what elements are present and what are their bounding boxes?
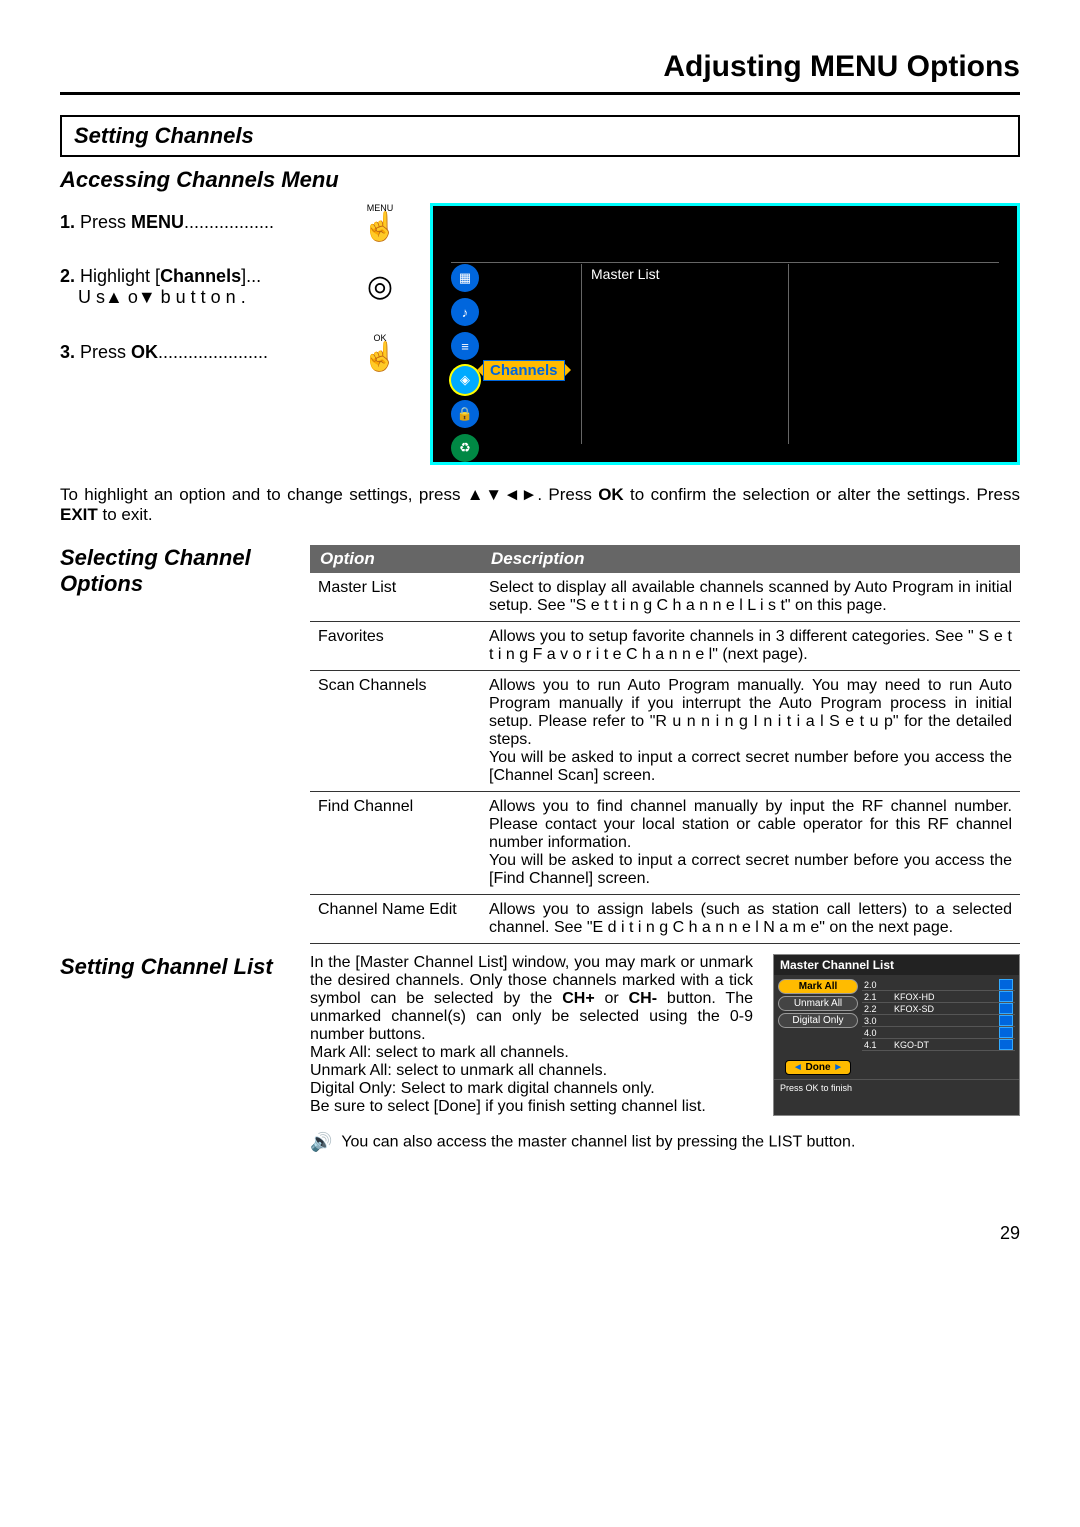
menu-icon-lock: 🔒 bbox=[451, 400, 479, 428]
page-number: 29 bbox=[60, 1223, 1020, 1244]
menu-icon-eco: ♻ bbox=[451, 434, 479, 462]
master-channel-list-panel: Master Channel List Mark All Unmark All … bbox=[773, 954, 1020, 1116]
mcl-unmarkall-btn[interactable]: Unmark All bbox=[778, 996, 858, 1011]
mcl-title: Master Channel List bbox=[774, 955, 1019, 975]
master-list-label: Master List bbox=[591, 264, 669, 284]
speaker-icon: 🔊 bbox=[310, 1132, 332, 1152]
opt-desc: Allows you to find channel manually by i… bbox=[481, 792, 1020, 895]
mcl-channel-column: 2.0 2.1KFOX-HD 2.2KFOX-SD 3.0 4.0 4.1KGO… bbox=[862, 979, 1015, 1075]
setting-list-text: In the [Master Channel List] window, you… bbox=[310, 954, 753, 1116]
step1-text: 1. Press MENU.................. bbox=[60, 212, 350, 233]
ch-row[interactable]: 3.0 bbox=[862, 1015, 1015, 1027]
mcl-done-btn[interactable]: ◄ Done ► bbox=[785, 1060, 851, 1075]
opt-desc: Allows you to setup favorite channels in… bbox=[481, 622, 1020, 671]
navigation-instruction: To highlight an option and to change set… bbox=[60, 485, 1020, 525]
tick-icon bbox=[999, 979, 1013, 990]
hand-press-icon: ☝ bbox=[363, 211, 398, 242]
opt-name: Favorites bbox=[310, 622, 481, 671]
ch-row[interactable]: 2.2KFOX-SD bbox=[862, 1003, 1015, 1015]
ch-row[interactable]: 2.1KFOX-HD bbox=[862, 991, 1015, 1003]
opt-name: Master List bbox=[310, 573, 481, 622]
subheading-accessing: Accessing Channels Menu bbox=[60, 167, 1020, 193]
page-header: Adjusting MENU Options bbox=[60, 50, 1020, 95]
ch-row[interactable]: 4.1KGO-DT bbox=[862, 1039, 1015, 1051]
menu-diagram: ▦ ♪ ≡ ◈ 🔒 ♻ Channels Master List bbox=[430, 203, 1020, 465]
step2-text: 2. Highlight [Channels]... U s▲ o▼ b u t… bbox=[60, 266, 350, 308]
opt-desc: Allows you to assign labels (such as sta… bbox=[481, 895, 1020, 944]
tick-icon bbox=[999, 991, 1013, 1002]
opt-desc: Allows you to run Auto Program manually.… bbox=[481, 671, 1020, 792]
tick-icon bbox=[999, 1003, 1013, 1014]
opt-name: Scan Channels bbox=[310, 671, 481, 792]
selecting-channel-options-head: Selecting Channel Options bbox=[60, 545, 290, 944]
tick-icon bbox=[999, 1039, 1013, 1050]
opt-desc: Select to display all available channels… bbox=[481, 573, 1020, 622]
options-table: Option Description Master ListSelect to … bbox=[310, 545, 1020, 944]
opt-name: Find Channel bbox=[310, 792, 481, 895]
menu-icon-picture: ▦ bbox=[451, 264, 479, 292]
mcl-footer: Press OK to finish bbox=[774, 1079, 1019, 1096]
opt-name: Channel Name Edit bbox=[310, 895, 481, 944]
th-description: Description bbox=[481, 545, 1020, 573]
note-text: 🔊 You can also access the master channel… bbox=[310, 1132, 1020, 1153]
channels-highlight: Channels bbox=[483, 360, 565, 381]
hand-press-icon: ☝ bbox=[363, 341, 398, 372]
th-option: Option bbox=[310, 545, 481, 573]
section-box-heading: Setting Channels bbox=[60, 115, 1020, 157]
mcl-digitalonly-btn[interactable]: Digital Only bbox=[778, 1013, 858, 1028]
ch-row[interactable]: 2.0 bbox=[862, 979, 1015, 991]
setting-channel-list-head: Setting Channel List bbox=[60, 954, 290, 1153]
dpad-icon: ◎ bbox=[367, 270, 393, 303]
steps-column: 1. Press MENU.................. MENU ☝ 2… bbox=[60, 203, 410, 465]
tick-icon bbox=[999, 1027, 1013, 1038]
ch-row[interactable]: 4.0 bbox=[862, 1027, 1015, 1039]
tick-icon bbox=[999, 1015, 1013, 1026]
menu-icon-audio: ♪ bbox=[451, 298, 479, 326]
mcl-markall-btn[interactable]: Mark All bbox=[778, 979, 858, 994]
menu-icon-setup: ≡ bbox=[451, 332, 479, 360]
step3-text: 3. Press OK...................... bbox=[60, 342, 350, 363]
